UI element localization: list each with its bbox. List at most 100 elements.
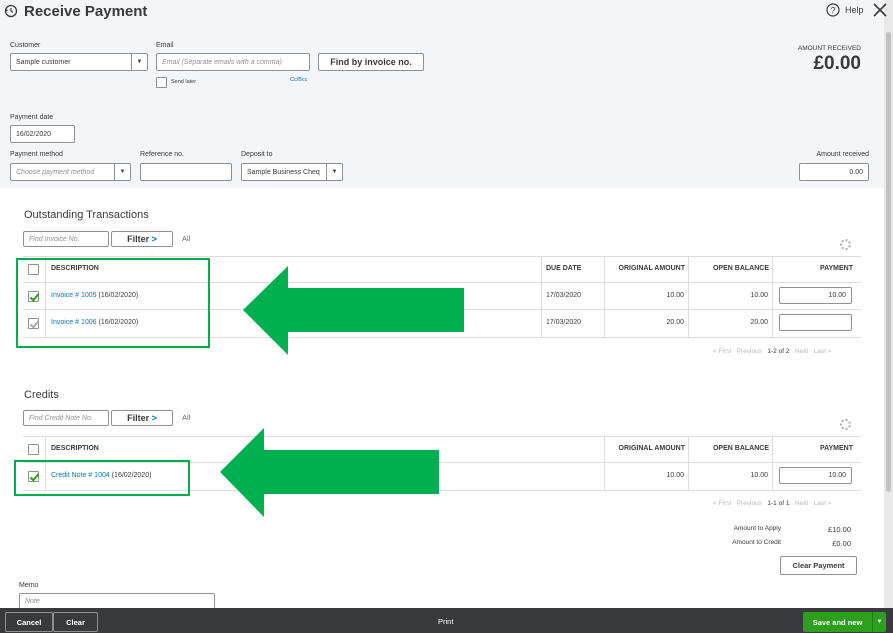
chevron-down-icon[interactable]: ▼ bbox=[131, 54, 147, 70]
row-open-balance: 20.00 bbox=[750, 319, 768, 326]
deposit-to-label: Deposit to bbox=[241, 151, 273, 158]
row-original-amount: 20.00 bbox=[666, 319, 684, 326]
scrollbar-thumb[interactable] bbox=[886, 32, 891, 492]
deposit-to-value: Sample Business Cheq bbox=[247, 168, 320, 176]
amount-to-credit-value: £0.00 bbox=[832, 539, 851, 548]
pager-last[interactable]: Last > bbox=[814, 500, 832, 507]
scrollbar[interactable] bbox=[884, 0, 893, 608]
close-icon[interactable] bbox=[873, 3, 887, 17]
customer-label: Customer bbox=[10, 42, 41, 49]
payment-value: 10.00 bbox=[828, 472, 846, 479]
filter-all-label: All bbox=[182, 234, 191, 243]
payment-input[interactable]: 10.00 bbox=[779, 467, 852, 484]
amount-to-credit-label: Amount to Credit bbox=[732, 539, 781, 546]
payment-input[interactable]: 10.00 bbox=[779, 287, 852, 304]
amount-to-apply-label: Amount to Apply bbox=[733, 525, 781, 532]
row-open-balance: 10.00 bbox=[750, 292, 768, 299]
payment-method-select[interactable]: Choose payment method ▼ bbox=[10, 163, 131, 181]
reference-field[interactable] bbox=[140, 163, 232, 181]
pager-first[interactable]: < First bbox=[713, 500, 731, 507]
svg-text:?: ? bbox=[830, 6, 835, 16]
find-credit-note-input[interactable]: Find Credit Note No. bbox=[23, 410, 109, 426]
row-original-amount: 10.00 bbox=[666, 472, 684, 479]
amount-received-value: 0.00 bbox=[849, 168, 863, 176]
reference-label: Reference no. bbox=[140, 151, 184, 158]
row-original-amount: 10.00 bbox=[666, 292, 684, 299]
select-all-checkbox[interactable] bbox=[28, 444, 39, 455]
col-header-due-date: DUE DATE bbox=[546, 265, 582, 272]
payment-value: 10.00 bbox=[828, 292, 846, 299]
outstanding-filter-button[interactable]: Filter > bbox=[111, 231, 173, 247]
credits-title: Credits bbox=[24, 389, 59, 401]
amount-to-apply-value: £10.00 bbox=[828, 525, 851, 534]
ccbcc-link[interactable]: Cc/Bcc bbox=[290, 77, 307, 83]
pager-range: 1-2 of 2 bbox=[767, 348, 790, 355]
payment-date-field[interactable]: 16/02/2020 bbox=[10, 125, 75, 143]
col-divider bbox=[541, 256, 542, 337]
save-and-new-button[interactable]: Save and new ▼ bbox=[803, 612, 886, 632]
chevron-right-icon: > bbox=[151, 413, 157, 423]
pager-previous[interactable]: Previous bbox=[737, 348, 762, 355]
page-title: Receive Payment bbox=[24, 3, 148, 20]
col-header-description: DESCRIPTION bbox=[51, 445, 99, 452]
chevron-down-icon[interactable]: ▼ bbox=[872, 612, 886, 632]
pager-last[interactable]: Last > bbox=[814, 348, 832, 355]
chevron-down-icon[interactable]: ▼ bbox=[326, 164, 342, 180]
annotation-highlight-box bbox=[16, 258, 210, 348]
chevron-down-icon[interactable]: ▼ bbox=[114, 164, 130, 180]
email-field[interactable]: Email (Separate emails with a comma) bbox=[156, 53, 310, 71]
chevron-right-icon: > bbox=[151, 234, 157, 244]
payment-input[interactable] bbox=[779, 314, 852, 331]
find-invoice-input[interactable]: Find Invoice No. bbox=[23, 231, 109, 247]
send-later-label: Send later bbox=[171, 79, 197, 85]
payment-method-placeholder: Choose payment method bbox=[16, 168, 95, 176]
payment-date-value: 16/02/2020 bbox=[16, 130, 52, 138]
col-header-open-balance: OPEN BALANCE bbox=[712, 445, 769, 452]
history-icon[interactable] bbox=[4, 4, 18, 18]
credits-pager: < First Previous 1-1 of 1 Next Last > bbox=[713, 500, 832, 507]
customer-value: Sample customer bbox=[16, 58, 71, 66]
credits-filter-button[interactable]: Filter > bbox=[111, 410, 173, 426]
row-open-balance: 10.00 bbox=[750, 472, 768, 479]
find-by-invoice-button[interactable]: Find by invoice no. bbox=[318, 53, 424, 71]
col-header-open-balance: OPEN BALANCE bbox=[712, 265, 769, 272]
amount-received-header-label: AMOUNT RECEIVED bbox=[797, 45, 861, 52]
find-invoice-placeholder: Find Invoice No. bbox=[29, 235, 80, 243]
pager-next[interactable]: Next bbox=[795, 348, 808, 355]
gear-icon[interactable] bbox=[840, 419, 851, 430]
help-icon[interactable]: ? bbox=[826, 3, 840, 17]
customer-select[interactable]: Sample customer ▼ bbox=[10, 53, 148, 71]
outstanding-title: Outstanding Transactions bbox=[24, 209, 149, 221]
cancel-button[interactable]: Cancel bbox=[5, 612, 53, 632]
print-button[interactable]: Print bbox=[438, 617, 453, 626]
deposit-to-select[interactable]: Sample Business Cheq ▼ bbox=[241, 163, 343, 181]
memo-label: Memo bbox=[19, 582, 39, 589]
clear-payment-button[interactable]: Clear Payment bbox=[780, 556, 857, 575]
send-later-checkbox[interactable] bbox=[156, 77, 167, 88]
amount-received-label: Amount received bbox=[816, 151, 869, 158]
memo-placeholder: Note bbox=[25, 598, 40, 605]
annotation-arrow bbox=[220, 428, 439, 517]
col-header-original-amount: ORIGINAL AMOUNT bbox=[618, 265, 686, 272]
save-label: Save and new bbox=[812, 617, 863, 627]
col-header-original-amount: ORIGINAL AMOUNT bbox=[618, 445, 686, 452]
filter-label: Filter bbox=[127, 413, 150, 423]
amount-received-field[interactable]: 0.00 bbox=[799, 163, 869, 181]
table-border bbox=[23, 256, 861, 257]
pager-next[interactable]: Next bbox=[795, 500, 808, 507]
email-placeholder: Email (Separate emails with a comma) bbox=[162, 58, 282, 66]
row-due-date: 17/03/2020 bbox=[546, 292, 582, 299]
clear-button[interactable]: Clear bbox=[53, 612, 98, 632]
pager-previous[interactable]: Previous bbox=[737, 500, 762, 507]
filter-all-label: All bbox=[182, 413, 191, 422]
pager-first[interactable]: < First bbox=[713, 348, 731, 355]
table-border bbox=[23, 436, 861, 437]
gear-icon[interactable] bbox=[840, 239, 851, 250]
payment-method-label: Payment method bbox=[10, 151, 63, 158]
annotation-highlight-box bbox=[14, 460, 190, 496]
col-header-payment: PAYMENT bbox=[819, 265, 853, 272]
amount-received-total: £0.00 bbox=[813, 53, 861, 74]
filter-label: Filter bbox=[127, 234, 150, 244]
find-credit-placeholder: Find Credit Note No. bbox=[29, 414, 93, 422]
help-link[interactable]: Help bbox=[845, 5, 864, 15]
